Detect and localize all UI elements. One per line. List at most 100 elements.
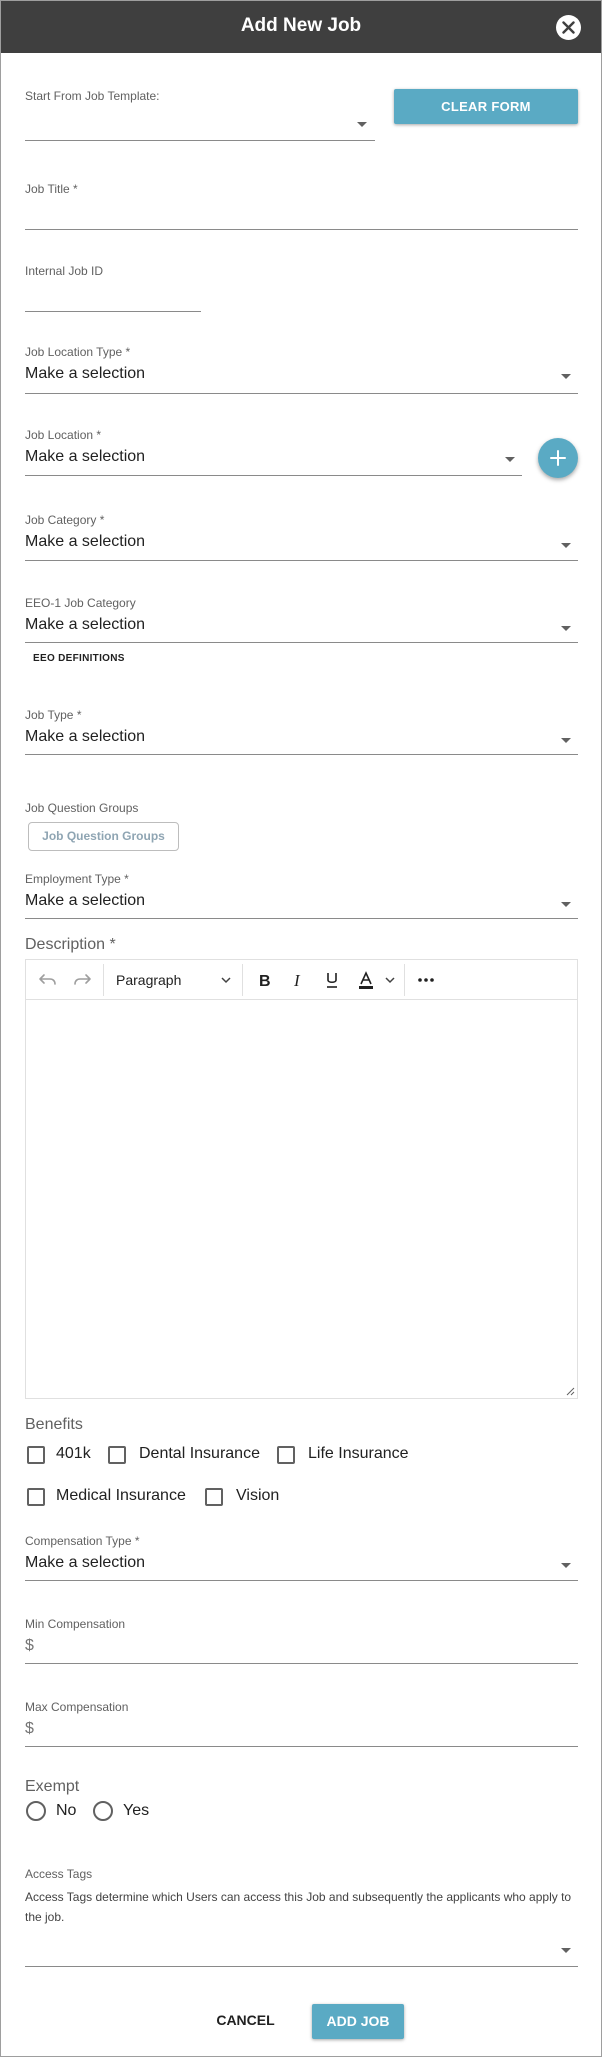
employment-type-caret-icon	[561, 902, 571, 907]
min-comp-input[interactable]: $	[25, 1637, 578, 1665]
location-type-underline	[25, 393, 578, 394]
location-label: Job Location *	[25, 428, 102, 442]
comp-type-caret-icon	[561, 1563, 571, 1568]
benefit-vision-checkbox[interactable]	[205, 1488, 223, 1506]
access-tags-label: Access Tags	[25, 1867, 93, 1881]
location-select[interactable]: Make a selection	[25, 448, 522, 476]
editor-toolbar: Paragraph B I	[26, 960, 577, 1000]
location-underline	[25, 475, 522, 476]
internal-id-underline	[25, 311, 201, 312]
internal-id-input[interactable]	[25, 283, 201, 311]
max-comp-prefix: $	[25, 1720, 34, 1737]
add-job-button[interactable]: ADD JOB	[312, 2004, 404, 2039]
eeo-underline	[25, 642, 578, 643]
job-title-underline	[25, 229, 578, 230]
underline-icon[interactable]	[322, 970, 342, 990]
max-comp-input[interactable]: $	[25, 1720, 578, 1748]
category-underline	[25, 560, 578, 561]
eeo-definitions-link[interactable]: EEO DEFINITIONS	[33, 653, 125, 664]
comp-type-label: Compensation Type *	[25, 1534, 140, 1548]
job-type-underline	[25, 754, 578, 755]
job-type-value: Make a selection	[25, 728, 146, 745]
benefit-life-label: Life Insurance	[308, 1445, 409, 1462]
min-comp-prefix: $	[25, 1637, 34, 1654]
chevron-down-icon[interactable]	[220, 974, 232, 986]
close-icon	[562, 21, 575, 34]
benefit-401k-checkbox[interactable]	[27, 1446, 45, 1464]
comp-type-select[interactable]: Make a selection	[25, 1554, 578, 1582]
description-editor[interactable]: Paragraph B I	[25, 959, 578, 1399]
clear-form-button[interactable]: CLEAR FORM	[394, 89, 578, 124]
access-tags-select[interactable]	[25, 1939, 578, 1967]
toolbar-separator	[103, 964, 104, 996]
template-label: Start From Job Template:	[25, 89, 160, 103]
benefit-401k-label: 401k	[56, 1445, 91, 1462]
question-groups-button[interactable]: Job Question Groups	[28, 822, 179, 851]
redo-icon[interactable]	[72, 970, 92, 990]
block-format-select[interactable]: Paragraph	[116, 972, 181, 988]
eeo-label: EEO-1 Job Category	[25, 596, 136, 610]
comp-type-underline	[25, 1580, 578, 1581]
eeo-select[interactable]: Make a selection	[25, 616, 578, 644]
toolbar-separator	[242, 964, 243, 996]
eeo-value: Make a selection	[25, 616, 146, 633]
benefit-dental-label: Dental Insurance	[139, 1445, 260, 1462]
max-comp-underline	[25, 1746, 578, 1747]
eeo-caret-icon	[561, 626, 571, 631]
undo-icon[interactable]	[38, 970, 58, 990]
employment-type-select[interactable]: Make a selection	[25, 892, 578, 920]
location-value: Make a selection	[25, 448, 146, 465]
benefit-dental-checkbox[interactable]	[108, 1446, 126, 1464]
add-location-button[interactable]	[538, 438, 578, 478]
access-tags-underline	[25, 1966, 578, 1967]
job-type-select[interactable]: Make a selection	[25, 728, 578, 756]
min-comp-underline	[25, 1663, 578, 1664]
cancel-button[interactable]: CANCEL	[208, 2004, 283, 2036]
benefit-life-checkbox[interactable]	[277, 1446, 295, 1464]
template-caret-icon	[357, 122, 367, 127]
benefit-vision-label: Vision	[236, 1487, 280, 1504]
employment-type-value: Make a selection	[25, 892, 146, 909]
job-type-label: Job Type *	[25, 708, 82, 722]
job-title-label: Job Title *	[25, 182, 78, 196]
access-tags-description: Access Tags determine which Users can ac…	[25, 1890, 572, 1924]
question-groups-label: Job Question Groups	[25, 801, 139, 815]
benefit-medical-label: Medical Insurance	[56, 1487, 186, 1504]
location-type-value: Make a selection	[25, 365, 146, 382]
resize-handle-icon[interactable]	[565, 1386, 575, 1396]
description-label: Description *	[25, 936, 116, 953]
max-comp-label: Max Compensation	[25, 1700, 129, 1714]
plus-icon	[550, 450, 566, 466]
location-caret-icon	[505, 457, 515, 462]
job-type-caret-icon	[561, 738, 571, 743]
category-caret-icon	[561, 543, 571, 548]
bold-icon[interactable]: B	[254, 970, 274, 990]
exempt-yes-label: Yes	[123, 1802, 150, 1819]
location-type-caret-icon	[561, 374, 571, 379]
employment-type-label: Employment Type *	[25, 872, 129, 886]
dialog-header: Add New Job	[1, 1, 601, 53]
text-color-icon[interactable]	[356, 970, 376, 990]
category-value: Make a selection	[25, 533, 146, 550]
location-type-label: Job Location Type *	[25, 345, 131, 359]
dialog-title: Add New Job	[240, 15, 362, 36]
exempt-yes-radio[interactable]	[93, 1801, 113, 1821]
access-tags-caret-icon	[561, 1948, 571, 1953]
svg-text:B: B	[259, 973, 271, 990]
toolbar-separator	[404, 964, 405, 996]
exempt-no-radio[interactable]	[26, 1801, 46, 1821]
exempt-no-label: No	[56, 1802, 77, 1819]
internal-id-label: Internal Job ID	[25, 264, 104, 278]
template-underline	[25, 140, 375, 141]
more-icon[interactable]	[416, 970, 436, 990]
italic-icon[interactable]: I	[288, 970, 308, 990]
benefit-medical-checkbox[interactable]	[27, 1488, 45, 1506]
template-select[interactable]	[25, 109, 375, 141]
chevron-down-icon[interactable]	[384, 974, 396, 986]
category-select[interactable]: Make a selection	[25, 533, 578, 561]
close-button[interactable]	[556, 15, 581, 40]
location-type-select[interactable]: Make a selection	[25, 365, 578, 393]
employment-type-underline	[25, 918, 578, 919]
exempt-label: Exempt	[25, 1778, 80, 1795]
job-title-input[interactable]	[25, 201, 578, 229]
